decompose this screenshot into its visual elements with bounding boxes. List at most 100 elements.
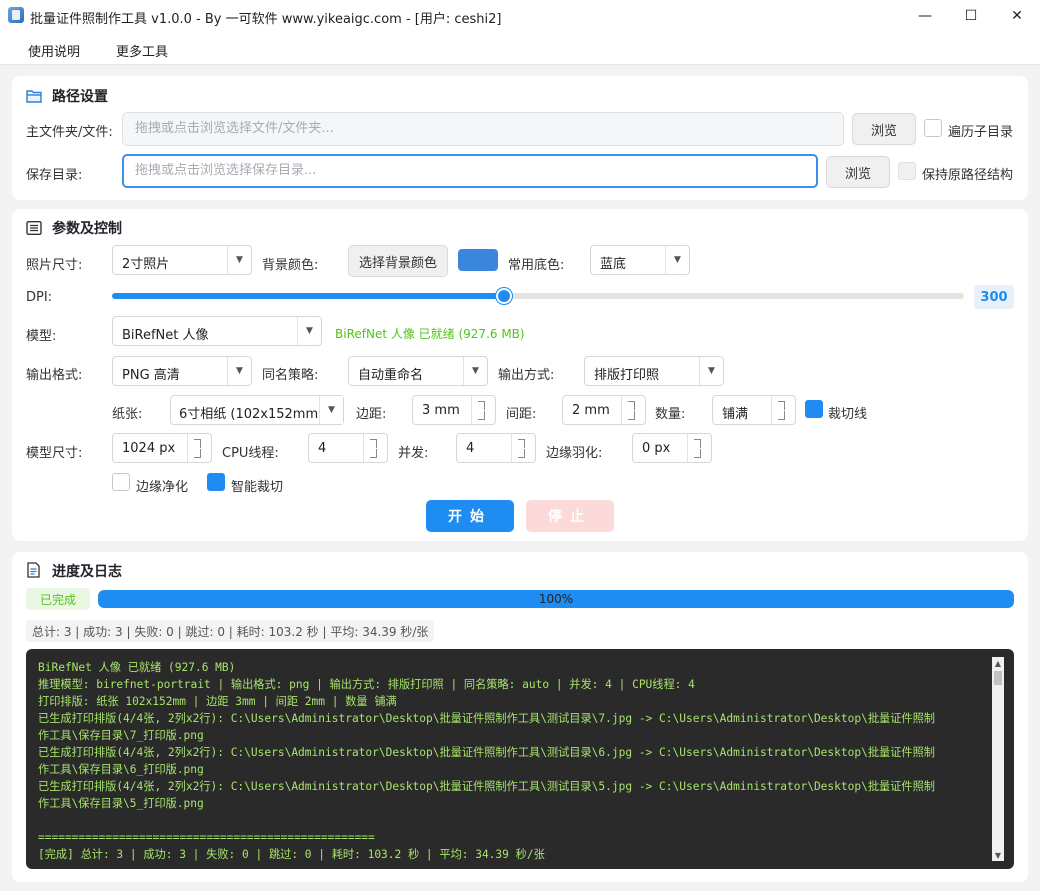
gap-label: 间距: — [506, 407, 537, 422]
spin-arrows-icon[interactable] — [687, 434, 711, 462]
output-format-value: PNG 高清 — [122, 368, 180, 383]
save-dir-input[interactable]: 拖拽或点击浏览选择保存目录... — [122, 154, 818, 188]
path-settings-card: 路径设置 主文件夹/文件: 拖拽或点击浏览选择文件/文件夹... 浏览 遍历子目… — [12, 76, 1028, 200]
model-size-label: 模型尺寸: — [26, 446, 83, 461]
model-size-value: 1024 px — [122, 441, 176, 456]
keep-structure-label: 保持原路径结构 — [922, 168, 1014, 183]
spin-arrows-icon[interactable] — [471, 396, 495, 424]
paper-select[interactable]: 6寸相纸 (102x152mm ▼ — [170, 395, 344, 425]
dpi-value: 300 — [974, 285, 1014, 309]
common-bg-label: 常用底色: — [508, 258, 565, 273]
output-mode-label: 输出方式: — [498, 368, 555, 383]
count-value: 铺满 — [722, 407, 749, 422]
margin-spinbox[interactable]: 3 mm — [412, 395, 496, 425]
output-mode-select[interactable]: 排版打印照 ▼ — [584, 356, 724, 386]
params-title: 参数及控制 — [52, 221, 122, 237]
common-bg-value: 蓝底 — [600, 257, 627, 272]
log-line: BiRefNet 人像 已就绪 (927.6 MB) — [38, 661, 236, 674]
common-bg-select[interactable]: 蓝底 ▼ — [590, 245, 690, 275]
chevron-down-icon: ▼ — [665, 246, 689, 274]
smart-crop-label: 智能裁切 — [231, 480, 284, 495]
menu-bar: 使用说明 更多工具 — [0, 32, 1040, 65]
stop-button[interactable]: 停止 — [526, 500, 614, 532]
spin-arrows-icon[interactable] — [511, 434, 535, 462]
concurrency-value: 4 — [466, 441, 475, 456]
log-line: 打印排版: 纸张 102x152mm | 边距 3mm | 间距 2mm | 数… — [38, 695, 397, 708]
progress-percent: 100% — [538, 592, 574, 606]
maximize-button[interactable]: ☐ — [948, 0, 994, 32]
feather-label: 边缘羽化: — [546, 446, 603, 461]
dpi-slider[interactable] — [112, 293, 964, 299]
output-format-label: 输出格式: — [26, 368, 83, 383]
chevron-down-icon: ▼ — [699, 357, 723, 385]
feather-spinbox[interactable]: 0 px — [632, 433, 712, 463]
keep-structure-checkbox[interactable] — [898, 162, 916, 180]
concurrency-spinbox[interactable]: 4 — [456, 433, 536, 463]
gap-spinbox[interactable]: 2 mm — [562, 395, 646, 425]
bg-color-label: 背景颜色: — [262, 258, 319, 273]
smart-crop-checkbox[interactable] — [207, 473, 225, 491]
save-browse-button[interactable]: 浏览 — [826, 156, 890, 188]
log-line: 推理模型: birefnet-portrait | 输出格式: png | 输出… — [38, 678, 695, 691]
spin-arrows-icon[interactable] — [363, 434, 387, 462]
progress-card: 进度及日志 已完成 100% 总计: 3 | 成功: 3 | 失败: 0 | 跳… — [12, 552, 1028, 882]
margin-label: 边距: — [356, 407, 387, 422]
naming-select[interactable]: 自动重命名 ▼ — [348, 356, 488, 386]
dpi-label: DPI: — [26, 290, 53, 305]
main-folder-input[interactable]: 拖拽或点击浏览选择文件/文件夹... — [122, 112, 844, 146]
spin-arrows-icon[interactable] — [621, 396, 645, 424]
window-title: 批量证件照制作工具 v1.0.0 - By 一可软件 www.yikeaigc.… — [30, 12, 502, 27]
log-line: 已生成打印排版(4/4张, 2列x2行): C:\Users\Administr… — [38, 780, 935, 793]
output-format-select[interactable]: PNG 高清 ▼ — [112, 356, 252, 386]
model-size-spinbox[interactable]: 1024 px — [112, 433, 212, 463]
log-line: 作工具\保存目录\7_打印版.png — [38, 729, 204, 742]
main-folder-label: 主文件夹/文件: — [26, 125, 113, 140]
count-spinbox[interactable]: 铺满 — [712, 395, 796, 425]
progress-title: 进度及日志 — [52, 564, 122, 580]
recursive-label: 遍历子目录 — [948, 125, 1014, 140]
cpu-threads-spinbox[interactable]: 4 — [308, 433, 388, 463]
edge-clean-checkbox[interactable] — [112, 473, 130, 491]
log-panel[interactable]: BiRefNet 人像 已就绪 (927.6 MB) 推理模型: birefne… — [26, 649, 1014, 869]
scroll-up-icon[interactable]: ▲ — [992, 657, 1004, 669]
log-lines: BiRefNet 人像 已就绪 (927.6 MB) 推理模型: birefne… — [38, 659, 988, 863]
model-select[interactable]: BiRefNet 人像 ▼ — [112, 316, 322, 346]
status-badge: 已完成 — [26, 588, 90, 610]
log-line: ========================================… — [38, 831, 375, 844]
chevron-down-icon: ▼ — [227, 357, 251, 385]
chevron-down-icon: ▼ — [227, 246, 251, 274]
chevron-down-icon: ▼ — [319, 396, 343, 424]
spin-arrows-icon[interactable] — [771, 396, 795, 424]
save-dir-label: 保存目录: — [26, 168, 83, 183]
margin-value: 3 mm — [422, 403, 460, 418]
photo-size-select[interactable]: 2寸照片 ▼ — [112, 245, 252, 275]
concurrency-label: 并发: — [398, 446, 429, 461]
menu-item-more-tools[interactable]: 更多工具 — [116, 41, 168, 60]
log-icon — [26, 562, 42, 578]
start-button[interactable]: 开始 — [426, 500, 514, 532]
recursive-checkbox[interactable] — [924, 119, 942, 137]
cutline-checkbox[interactable] — [805, 400, 823, 418]
chevron-down-icon: ▼ — [297, 317, 321, 345]
dpi-slider-handle[interactable] — [496, 288, 512, 304]
params-header: 参数及控制 — [26, 218, 122, 238]
model-label: 模型: — [26, 329, 57, 344]
log-line: 作工具\保存目录\5_打印版.png — [38, 797, 204, 810]
main-browse-button[interactable]: 浏览 — [852, 113, 916, 145]
paper-value: 6寸相纸 (102x152mm — [179, 407, 319, 422]
log-scrollbar[interactable]: ▲ ▼ — [992, 657, 1004, 861]
close-button[interactable]: ✕ — [994, 0, 1040, 32]
spin-arrows-icon[interactable] — [187, 434, 211, 462]
bg-color-swatch[interactable] — [458, 249, 498, 271]
log-line: 已生成打印排版(4/4张, 2列x2行): C:\Users\Administr… — [38, 746, 935, 759]
scrollbar-thumb[interactable] — [994, 671, 1002, 685]
paper-label: 纸张: — [112, 407, 143, 422]
chevron-down-icon: ▼ — [463, 357, 487, 385]
menu-item-help[interactable]: 使用说明 — [28, 41, 80, 60]
list-icon — [26, 220, 42, 236]
choose-bg-color-button[interactable]: 选择背景颜色 — [348, 245, 448, 277]
minimize-button[interactable]: — — [902, 0, 948, 32]
params-card: 参数及控制 照片尺寸: 2寸照片 ▼ 背景颜色: 选择背景颜色 常用底色: 蓝底… — [12, 209, 1028, 541]
scroll-down-icon[interactable]: ▼ — [992, 849, 1004, 861]
edge-clean-label: 边缘净化 — [136, 480, 189, 495]
